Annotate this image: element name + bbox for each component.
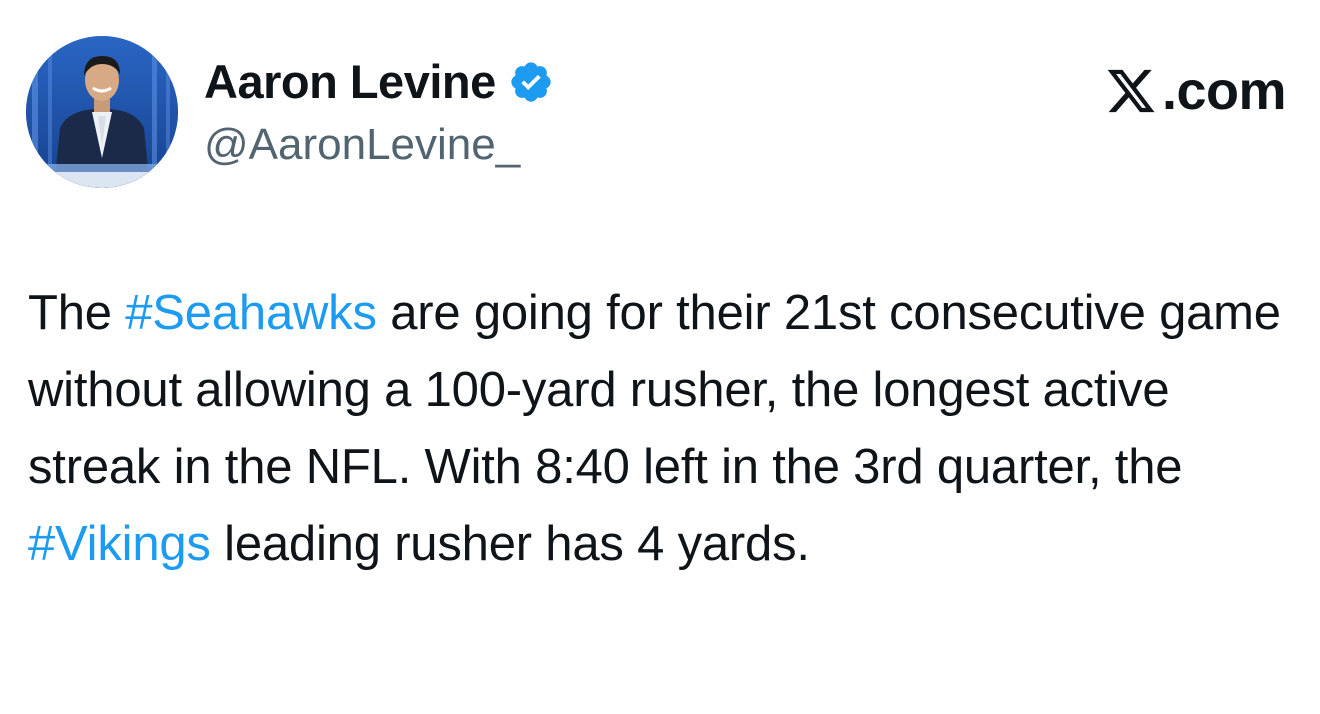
author-name-row: Aaron Levine xyxy=(204,58,554,105)
author-handle[interactable]: @AaronLevine_ xyxy=(204,123,520,167)
hashtag-link-vikings[interactable]: #Vikings xyxy=(28,517,211,571)
tweet-header: Aaron Levine @AaronLevine_ .com xyxy=(26,36,1287,196)
hashtag-link-seahawks[interactable]: #Seahawks xyxy=(125,286,377,340)
tweet-text-segment: leading rusher has 4 yards. xyxy=(210,517,810,571)
author-display-name[interactable]: Aaron Levine xyxy=(204,58,496,105)
tweet-body: The #Seahawks are going for their 21st c… xyxy=(28,275,1288,583)
verified-badge-icon xyxy=(511,61,551,102)
x-logo-icon xyxy=(1107,69,1155,113)
tweet-text-segment: The xyxy=(28,286,126,340)
brand-watermark: .com xyxy=(1102,61,1287,121)
avatar[interactable] xyxy=(26,36,178,188)
brand-label: .com xyxy=(1161,61,1287,121)
person-portrait-icon xyxy=(26,36,178,188)
